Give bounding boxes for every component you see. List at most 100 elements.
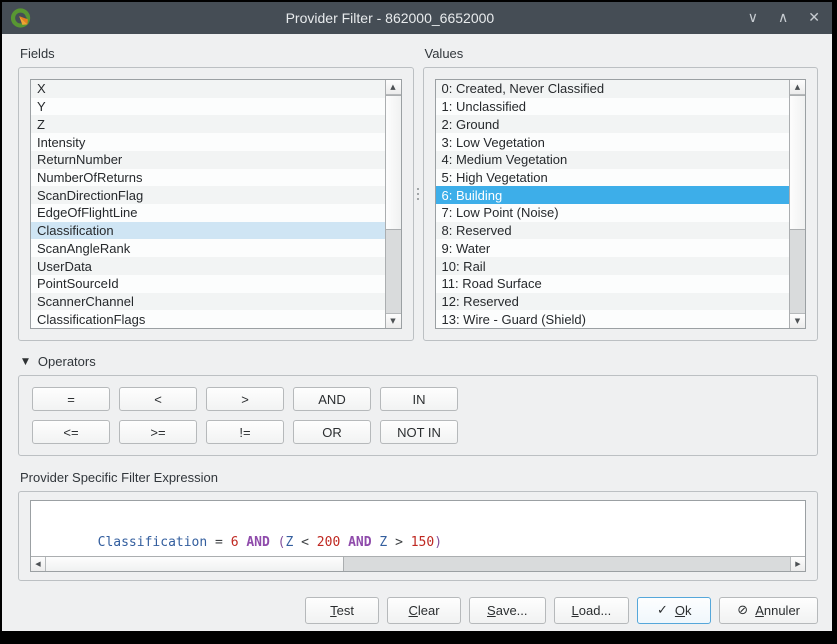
- qgis-logo-icon: [10, 7, 32, 29]
- splitter-handle[interactable]: [414, 46, 423, 341]
- list-item[interactable]: 12: Reserved: [436, 293, 790, 311]
- scroll-up-icon[interactable]: ▲: [386, 80, 401, 95]
- list-item[interactable]: 5: High Vegetation: [436, 169, 790, 187]
- button-label: Annuler: [755, 603, 800, 618]
- values-rows: 0: Created, Never Classified1: Unclassif…: [436, 80, 790, 328]
- operator-button[interactable]: >=: [119, 420, 197, 444]
- filter-expression-editor[interactable]: Classification = 6 AND (Z < 200 AND Z > …: [30, 500, 806, 572]
- values-groupbox: 0: Created, Never Classified1: Unclassif…: [423, 67, 819, 341]
- list-item[interactable]: EdgeOfFlightLine: [31, 204, 385, 222]
- cancel-icon: ⊘: [737, 603, 748, 618]
- values-panel: Values 0: Created, Never Classified1: Un…: [423, 46, 819, 341]
- operators-row-1: = < > AND IN: [32, 387, 804, 411]
- scroll-track[interactable]: [46, 557, 790, 571]
- scroll-right-icon[interactable]: ▶: [790, 557, 805, 571]
- list-item[interactable]: X: [31, 80, 385, 98]
- operator-button[interactable]: <: [119, 387, 197, 411]
- operators-header[interactable]: ▼ Operators: [22, 354, 818, 369]
- list-item[interactable]: 1: Unclassified: [436, 98, 790, 116]
- fields-scrollbar[interactable]: ▲ ▼: [385, 80, 401, 328]
- button-label: Test: [330, 603, 354, 618]
- fields-rows: XYZIntensityReturnNumberNumberOfReturnsS…: [31, 80, 385, 328]
- button-label: Ok: [675, 603, 692, 618]
- scroll-thumb[interactable]: [790, 95, 805, 230]
- list-item[interactable]: 11: Road Surface: [436, 275, 790, 293]
- close-button[interactable]: ✕: [808, 2, 820, 34]
- list-item[interactable]: Classification: [31, 222, 385, 240]
- scroll-left-icon[interactable]: ◀: [31, 557, 46, 571]
- list-item[interactable]: 4: Medium Vegetation: [436, 151, 790, 169]
- operator-button[interactable]: =: [32, 387, 110, 411]
- expression-token: <: [293, 535, 316, 550]
- operator-button[interactable]: IN: [380, 387, 458, 411]
- scroll-track[interactable]: [790, 95, 805, 313]
- operator-button[interactable]: >: [206, 387, 284, 411]
- list-item[interactable]: 13: Wire - Guard (Shield): [436, 310, 790, 328]
- scroll-up-icon[interactable]: ▲: [790, 80, 805, 95]
- button-label: Load...: [572, 603, 612, 618]
- window-controls: ∨ ∧ ✕: [748, 2, 820, 34]
- expression-token: AND: [246, 535, 269, 550]
- scroll-down-icon[interactable]: ▼: [386, 313, 401, 328]
- operator-button[interactable]: NOT IN: [380, 420, 458, 444]
- expression-token: Classification: [98, 535, 208, 550]
- list-item[interactable]: NumberOfReturns: [31, 169, 385, 187]
- operator-button[interactable]: AND: [293, 387, 371, 411]
- expression-token: AND: [348, 535, 371, 550]
- dialog-button[interactable]: Load...: [554, 597, 630, 624]
- list-item[interactable]: UserData: [31, 257, 385, 275]
- dialog-button[interactable]: ⊘ Annuler: [719, 597, 818, 624]
- operator-button[interactable]: <=: [32, 420, 110, 444]
- expression-label: Provider Specific Filter Expression: [20, 470, 818, 485]
- provider-filter-dialog: Provider Filter - 862000_6652000 ∨ ∧ ✕ F…: [2, 2, 832, 631]
- list-item[interactable]: 9: Water: [436, 239, 790, 257]
- list-item[interactable]: ScannerChannel: [31, 293, 385, 311]
- list-item[interactable]: 3: Low Vegetation: [436, 133, 790, 151]
- expression-groupbox: Classification = 6 AND (Z < 200 AND Z > …: [18, 491, 818, 581]
- dialog-button[interactable]: Clear: [387, 597, 461, 624]
- expression-token: [270, 535, 278, 550]
- dialog-button[interactable]: Save...: [469, 597, 545, 624]
- list-item[interactable]: 2: Ground: [436, 115, 790, 133]
- check-icon: ✓: [657, 603, 668, 618]
- list-item[interactable]: 7: Low Point (Noise): [436, 204, 790, 222]
- dialog-buttons: Test Clear Save... Load... ✓ Ok ⊘ Annule…: [18, 597, 818, 624]
- values-list[interactable]: 0: Created, Never Classified1: Unclassif…: [435, 79, 807, 329]
- list-item[interactable]: ClassificationFlags: [31, 310, 385, 328]
- scroll-thumb[interactable]: [386, 95, 401, 230]
- expression-token: [340, 535, 348, 550]
- list-item[interactable]: 0: Created, Never Classified: [436, 80, 790, 98]
- scroll-track[interactable]: [386, 95, 401, 313]
- list-item[interactable]: 6: Building: [436, 186, 790, 204]
- list-item[interactable]: ScanDirectionFlag: [31, 186, 385, 204]
- expression-text: Classification = 6 AND (Z < 200 AND Z > …: [31, 501, 805, 550]
- expression-hscrollbar[interactable]: ◀ ▶: [31, 556, 805, 571]
- scroll-down-icon[interactable]: ▼: [790, 313, 805, 328]
- scroll-thumb[interactable]: [46, 557, 344, 571]
- list-item[interactable]: Y: [31, 98, 385, 116]
- fields-panel: Fields XYZIntensityReturnNumberNumberOfR…: [18, 46, 414, 341]
- fields-list[interactable]: XYZIntensityReturnNumberNumberOfReturnsS…: [30, 79, 402, 329]
- window-title: Provider Filter - 862000_6652000: [32, 10, 748, 26]
- values-scrollbar[interactable]: ▲ ▼: [789, 80, 805, 328]
- list-item[interactable]: 8: Reserved: [436, 222, 790, 240]
- unshade-button[interactable]: ∧: [778, 2, 788, 34]
- dialog-button[interactable]: ✓ Ok: [637, 597, 711, 624]
- expression-token: 150: [411, 535, 434, 550]
- list-item[interactable]: ReturnNumber: [31, 151, 385, 169]
- list-item[interactable]: Z: [31, 115, 385, 133]
- operator-button[interactable]: !=: [206, 420, 284, 444]
- operator-button[interactable]: OR: [293, 420, 371, 444]
- list-item[interactable]: Intensity: [31, 133, 385, 151]
- titlebar[interactable]: Provider Filter - 862000_6652000 ∨ ∧ ✕: [2, 2, 832, 34]
- list-item[interactable]: PointSourceId: [31, 275, 385, 293]
- operators-groupbox: = < > AND IN <= >= != OR NOT IN: [18, 375, 818, 456]
- list-item[interactable]: 10: Rail: [436, 257, 790, 275]
- button-label: Clear: [409, 603, 440, 618]
- fields-label: Fields: [20, 46, 414, 61]
- expression-token: >: [387, 535, 410, 550]
- dialog-button[interactable]: Test: [305, 597, 379, 624]
- list-item[interactable]: ScanAngleRank: [31, 239, 385, 257]
- shade-button[interactable]: ∨: [748, 2, 758, 34]
- collapse-icon[interactable]: ▼: [22, 357, 29, 367]
